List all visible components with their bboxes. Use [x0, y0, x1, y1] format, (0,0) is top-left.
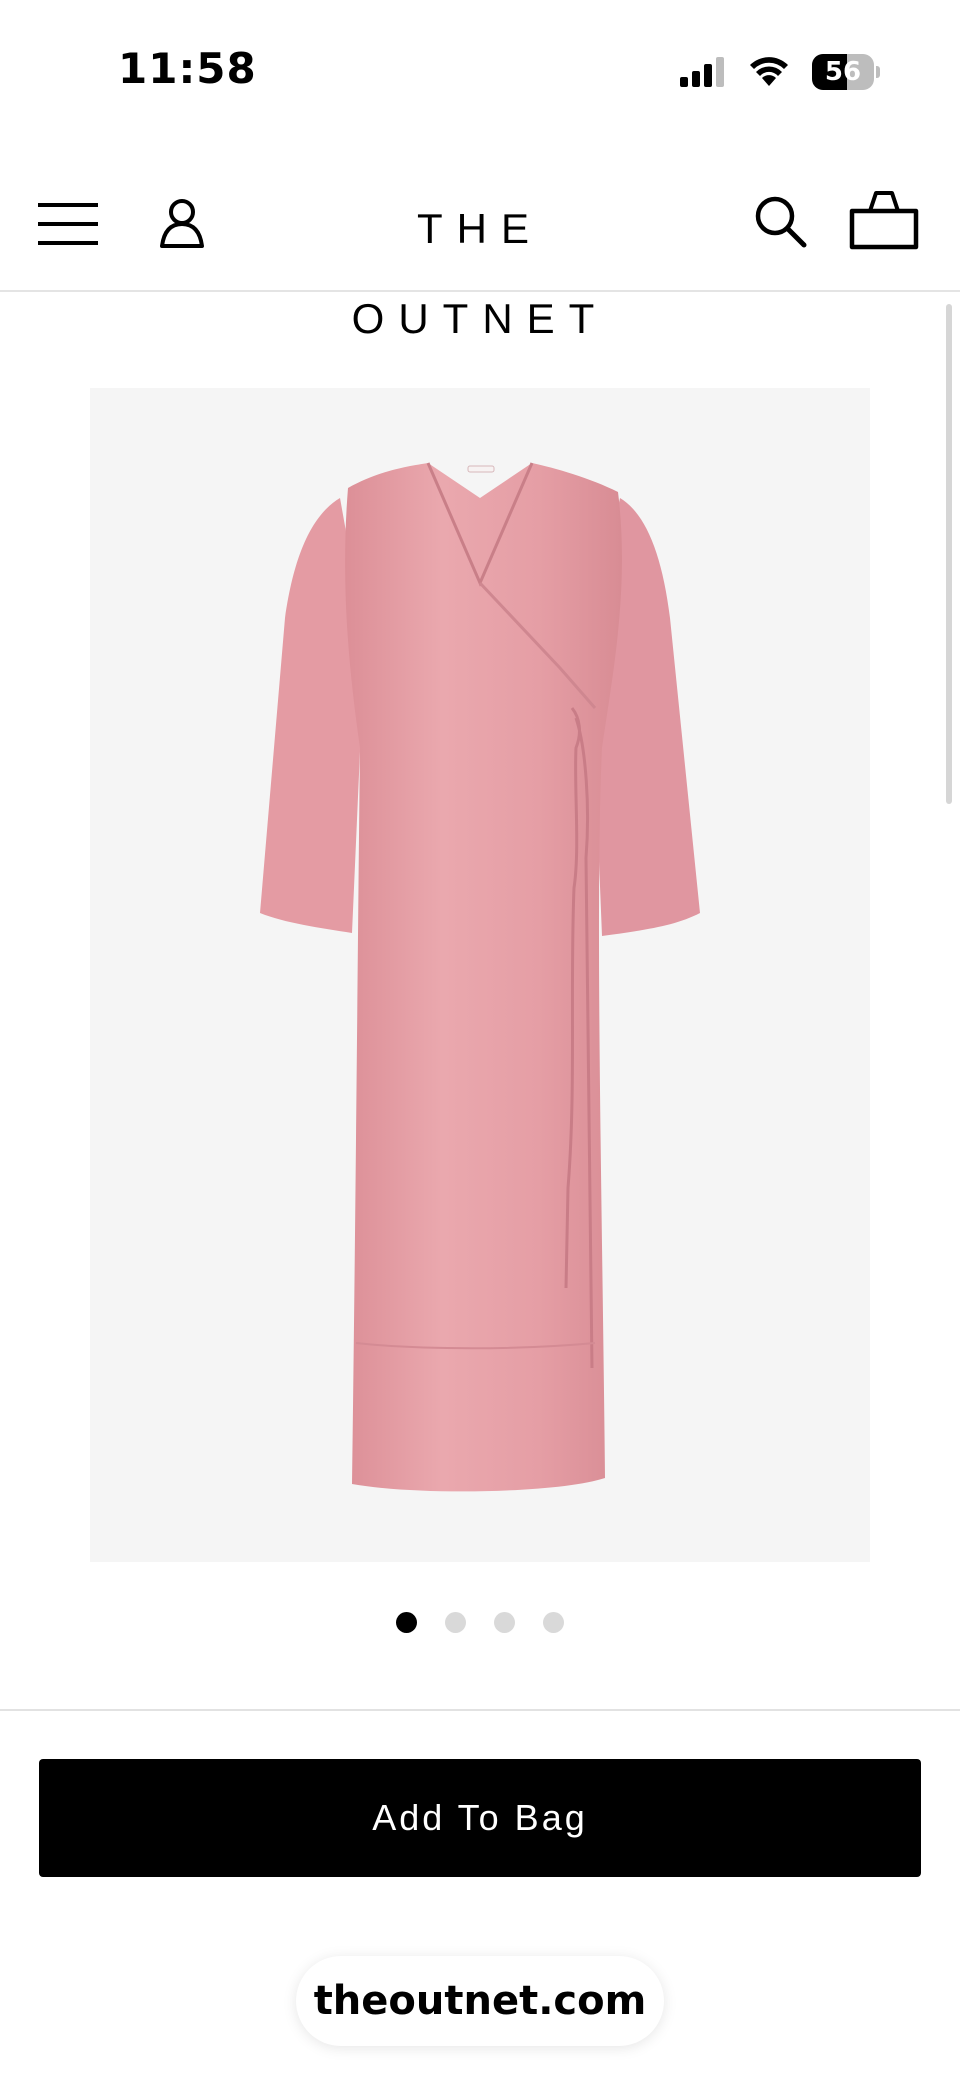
- scrollbar[interactable]: [946, 304, 952, 804]
- status-time: 11:58: [118, 44, 257, 93]
- dress-illustration: [260, 462, 700, 1492]
- shopping-bag-icon[interactable]: [846, 180, 922, 260]
- url-bar[interactable]: theoutnet.com: [296, 1956, 664, 2046]
- divider: [0, 1709, 960, 1711]
- brand-logo[interactable]: THE OUTNET: [300, 184, 660, 342]
- carousel-dot[interactable]: [445, 1612, 466, 1633]
- url-text: theoutnet.com: [313, 1978, 647, 2024]
- battery-level: 56: [824, 57, 862, 87]
- carousel-dot[interactable]: [494, 1612, 515, 1633]
- status-icons: 56: [680, 52, 880, 92]
- menu-icon[interactable]: [36, 192, 100, 256]
- carousel-dot[interactable]: [543, 1612, 564, 1633]
- battery-icon: 56: [812, 54, 880, 90]
- carousel-dots: [0, 1612, 960, 1636]
- top-nav: THE OUTNET: [0, 170, 960, 342]
- status-bar: 11:58 56: [0, 0, 960, 140]
- add-to-bag-button[interactable]: Add To Bag: [39, 1759, 921, 1877]
- search-icon[interactable]: [748, 186, 812, 256]
- account-icon[interactable]: [152, 188, 212, 258]
- wifi-icon: [750, 57, 788, 86]
- carousel-dot[interactable]: [396, 1612, 417, 1633]
- product-image[interactable]: [90, 388, 870, 1562]
- cellular-signal-icon: [680, 57, 724, 87]
